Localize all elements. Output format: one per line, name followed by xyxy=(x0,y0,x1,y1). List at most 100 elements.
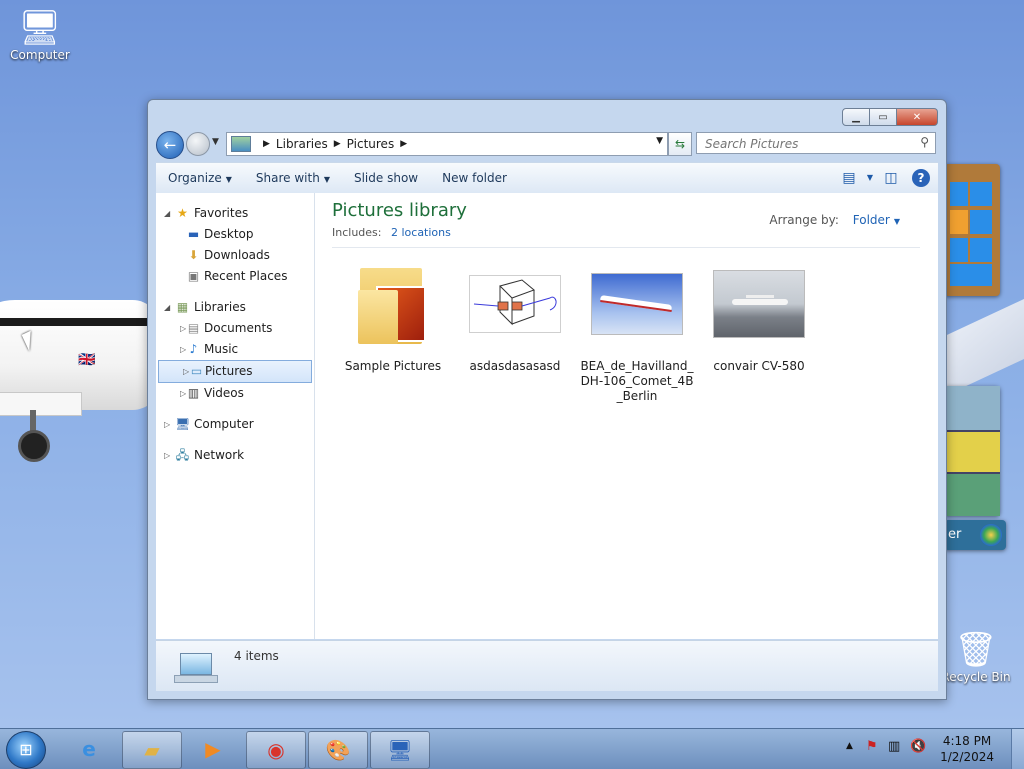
nav-music-label: Music xyxy=(204,342,239,356)
view-icon: ▤ xyxy=(842,170,856,186)
action-center-flag-icon[interactable]: ⚑ xyxy=(866,739,878,754)
nav-recent-places-label: Recent Places xyxy=(204,269,288,283)
documents-icon: ▤ xyxy=(187,321,200,335)
file-item-name: BEA_de_Havilland_DH-106_Comet_4B_Berlin xyxy=(580,359,694,403)
media-player-icon: ▶ xyxy=(205,737,221,761)
expanded-arrow-icon[interactable]: ◢ xyxy=(164,203,170,224)
volume-muted-icon[interactable]: 🔇 xyxy=(910,739,926,754)
internet-explorer-icon: e xyxy=(82,737,96,761)
breadcrumb-arrow-icon[interactable]: ▶ xyxy=(263,139,270,149)
collapsed-arrow-icon[interactable]: ▷ xyxy=(164,414,170,435)
includes-label: Includes: xyxy=(332,226,382,239)
address-bar[interactable]: ▶ Libraries ▶ Pictures ▶ ▼ xyxy=(226,132,668,156)
laptop-icon xyxy=(174,653,218,683)
recent-places-icon: ▣ xyxy=(187,269,200,283)
taskbar-internet-explorer[interactable]: e xyxy=(60,731,118,767)
nav-pictures[interactable]: ▷ ▭ Pictures xyxy=(158,360,312,383)
chevron-down-icon[interactable]: ▼ xyxy=(894,217,900,226)
search-icon[interactable]: ⚲ xyxy=(920,135,929,149)
refresh-icon: ⇆ xyxy=(674,137,686,151)
nav-recent-places[interactable]: ▣ Recent Places xyxy=(156,266,314,287)
nav-libraries[interactable]: ◢ ▦ Libraries xyxy=(156,297,314,318)
nav-favorites[interactable]: ◢ ★ Favorites xyxy=(156,203,314,224)
nav-pictures-label: Pictures xyxy=(205,364,253,378)
pictures-icon: ▭ xyxy=(190,364,203,378)
clock[interactable]: 4:18 PM 1/2/2024 xyxy=(940,733,994,765)
maximize-button[interactable]: ▭ xyxy=(870,108,897,126)
taskbar-chrome[interactable]: ◉ xyxy=(246,731,306,769)
help-button[interactable]: ? xyxy=(912,169,930,187)
downloads-icon: ⬇ xyxy=(188,248,199,262)
nav-computer[interactable]: ▷ 🖥 Computer xyxy=(156,414,314,435)
address-dropdown-icon[interactable]: ▼ xyxy=(656,136,663,146)
refresh-button[interactable]: ⇆ xyxy=(668,132,692,156)
view-options-button[interactable]: ▼ xyxy=(862,165,878,191)
computer-icon: 🖥 xyxy=(175,417,191,431)
taskbar-paint[interactable]: 🎨 xyxy=(308,731,368,769)
chevron-down-icon: ▼ xyxy=(866,173,874,182)
star-icon: ★ xyxy=(177,206,188,220)
puzzle-gadget[interactable] xyxy=(944,164,1000,296)
folder-icon: ▰ xyxy=(144,738,160,762)
recent-pages-button[interactable]: ▼ xyxy=(212,137,219,147)
desktop-recycle-bin-label: Recycle Bin xyxy=(941,670,1011,684)
show-hidden-icons-icon[interactable]: ▲ xyxy=(846,741,853,751)
taskbar-media-player[interactable]: ▶ xyxy=(184,731,242,767)
paint-icon: 🎨 xyxy=(325,738,351,762)
file-item[interactable]: asdasdasasasd xyxy=(454,255,576,404)
wallpaper-airplane: 🇬🇧 xyxy=(0,300,160,462)
nav-videos-label: Videos xyxy=(204,386,244,400)
desktop-recycle-bin-icon[interactable]: 🗑 Recycle Bin xyxy=(936,630,1016,684)
back-button[interactable]: ← xyxy=(156,131,184,159)
file-item[interactable]: Sample Pictures xyxy=(332,255,454,404)
search-box[interactable]: ⚲ xyxy=(696,132,936,154)
network-icon: 🖧 xyxy=(175,448,190,462)
minimize-button[interactable]: ▁ xyxy=(842,108,870,126)
breadcrumb-arrow-icon[interactable]: ▶ xyxy=(400,139,407,149)
share-with-button[interactable]: Share with ▼ xyxy=(244,163,342,193)
nav-downloads[interactable]: ⬇ Downloads xyxy=(156,245,314,266)
nav-desktop[interactable]: ▬ Desktop xyxy=(156,224,314,245)
file-list-pane[interactable]: Pictures library Includes: 2 locations A… xyxy=(332,193,920,639)
slide-show-button[interactable]: Slide show xyxy=(342,163,430,193)
nav-videos[interactable]: ▷ ▥ Videos xyxy=(156,383,314,404)
change-view-button[interactable]: ▤ xyxy=(836,165,862,191)
forward-button[interactable] xyxy=(186,132,210,156)
navigation-pane[interactable]: ◢ ★ Favorites ▬ Desktop ⬇ Downloads ▣ Re… xyxy=(156,193,315,639)
file-item[interactable]: convair CV-580 xyxy=(698,255,820,404)
start-button[interactable]: ⊞ xyxy=(6,731,46,769)
file-item-name: convair CV-580 xyxy=(713,359,805,373)
nav-documents[interactable]: ▷ ▤ Documents xyxy=(156,318,314,339)
desktop-computer-icon[interactable]: 🖥 Computer xyxy=(0,8,80,62)
preview-pane-button[interactable]: ◫ xyxy=(878,165,904,191)
breadcrumb-pictures[interactable]: Pictures xyxy=(347,137,395,151)
taskbar-remote-desktop[interactable]: 🖥 xyxy=(370,731,430,769)
new-folder-button[interactable]: New folder xyxy=(430,163,519,193)
slideshow-gadget[interactable] xyxy=(944,386,1000,516)
explorer-window[interactable]: ▁ ▭ ✕ ← ▼ ▶ Libraries ▶ Pictures ▶ ▼ ⇆ ⚲… xyxy=(147,99,947,700)
network-tray-icon[interactable]: ▥ xyxy=(888,739,900,754)
windows-media-center-gadget[interactable]: er xyxy=(944,520,1006,550)
arrange-by-label: Arrange by: xyxy=(769,213,839,227)
search-input[interactable] xyxy=(703,134,907,154)
clock-date: 1/2/2024 xyxy=(940,750,994,764)
arrange-by: Arrange by: Folder ▼ xyxy=(769,213,900,227)
close-button[interactable]: ✕ xyxy=(897,108,938,126)
show-desktop-button[interactable] xyxy=(1011,729,1024,769)
nav-music[interactable]: ▷ ♪ Music xyxy=(156,339,314,360)
collapsed-arrow-icon[interactable]: ▷ xyxy=(164,445,170,466)
organize-label: Organize xyxy=(168,171,222,185)
arrange-by-dropdown[interactable]: Folder xyxy=(853,213,890,227)
taskbar-windows-explorer[interactable]: ▰ xyxy=(122,731,182,769)
taskbar: ⊞ e ▰ ▶ ◉ 🎨 🖥 ▲ ⚑ ▥ 🔇 4:18 PM 1/2/2024 xyxy=(0,728,1024,769)
nav-favorites-label: Favorites xyxy=(194,206,249,220)
organize-button[interactable]: Organize ▼ xyxy=(156,163,244,193)
file-item[interactable]: BEA_de_Havilland_DH-106_Comet_4B_Berlin xyxy=(576,255,698,404)
breadcrumb-arrow-icon[interactable]: ▶ xyxy=(334,139,341,149)
breadcrumb-libraries[interactable]: Libraries xyxy=(276,137,328,151)
nav-network-label: Network xyxy=(194,448,245,462)
expanded-arrow-icon[interactable]: ◢ xyxy=(164,297,170,318)
locations-link[interactable]: 2 locations xyxy=(391,226,451,239)
gadget-label: er xyxy=(948,527,962,542)
nav-network[interactable]: ▷ 🖧 Network xyxy=(156,445,314,466)
